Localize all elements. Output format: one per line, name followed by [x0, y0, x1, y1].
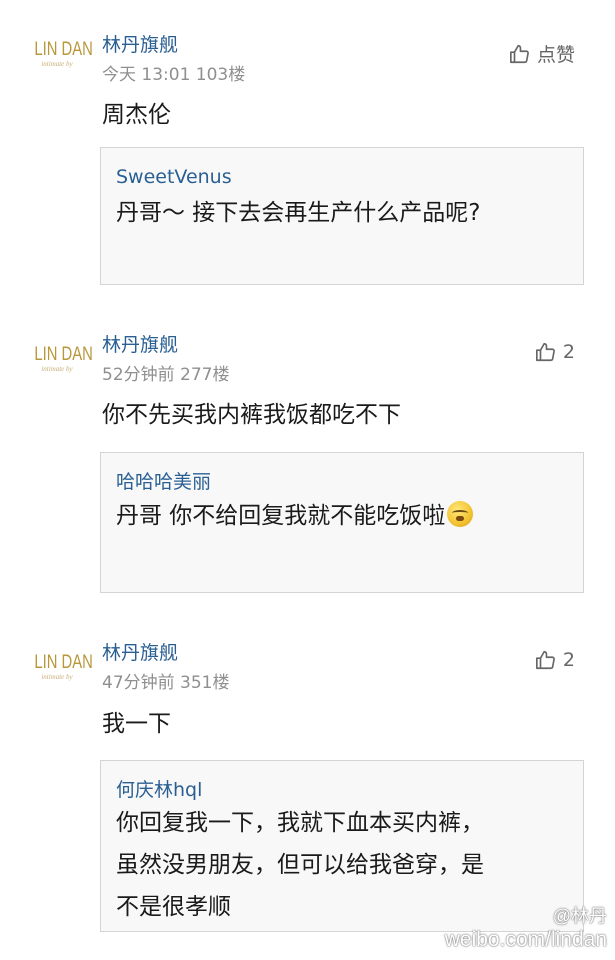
quoted-text-line: 你回复我一下，我就下血本买内裤， — [116, 810, 484, 836]
comment-3: LIN DAN intimate by 林丹旗舰 47分钟前 351楼 2 我一… — [0, 0, 615, 940]
comment-text: 我一下 — [102, 711, 171, 737]
like-button[interactable]: 2 — [535, 649, 575, 671]
comment-meta: 47分钟前 351楼 — [102, 673, 230, 693]
quoted-text-line: 不是很孝顺 — [116, 894, 231, 920]
like-count: 2 — [562, 649, 575, 671]
quoted-text-line: 虽然没男朋友，但可以给我爸穿，是 — [116, 852, 484, 878]
watermark-url: weibo.com/lindan — [444, 928, 607, 951]
avatar-logo-subtext: intimate by — [41, 673, 73, 681]
avatar[interactable]: LIN DAN intimate by — [28, 652, 93, 693]
weibo-watermark: @林丹 weibo.com/lindan — [445, 902, 607, 952]
thumbs-up-icon — [535, 650, 555, 670]
avatar-logo-text: LIN DAN — [34, 652, 93, 673]
comment-username[interactable]: 林丹旗舰 — [102, 638, 178, 665]
watermark-handle: @林丹 — [552, 906, 607, 926]
quoted-username[interactable]: 何庆林hql — [116, 775, 202, 802]
